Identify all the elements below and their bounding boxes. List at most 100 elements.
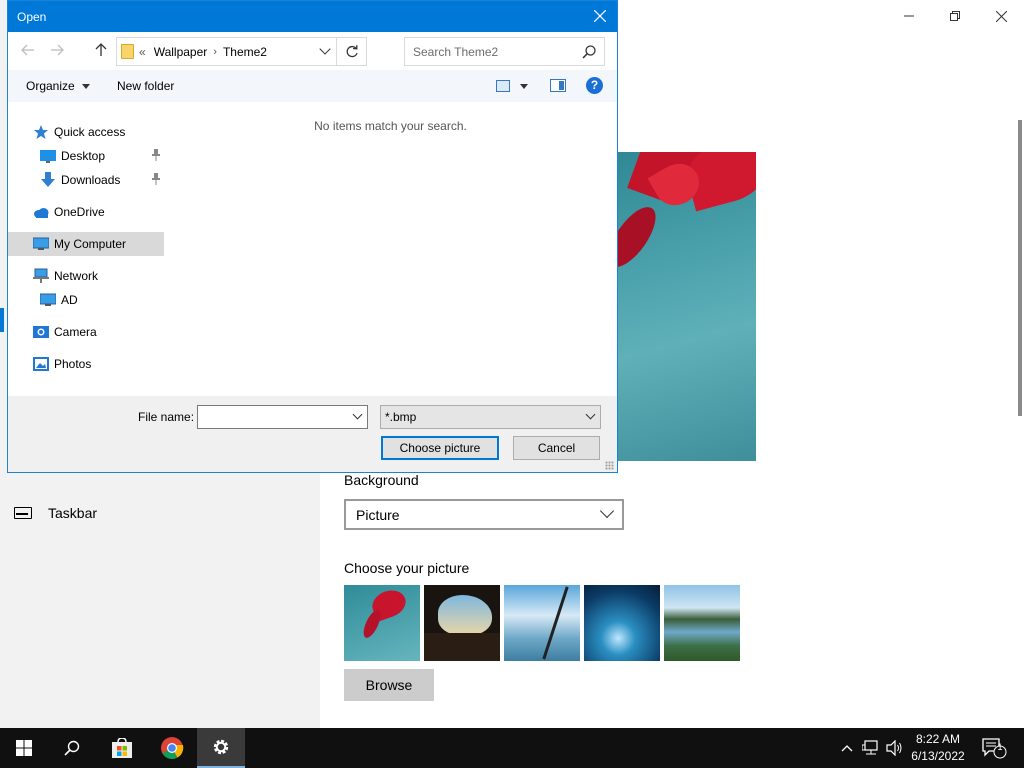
open-file-dialog: Open « Wallpaper › Theme2 Search Theme2 bbox=[7, 0, 618, 473]
caret-down-icon bbox=[81, 83, 90, 89]
computer-icon bbox=[39, 292, 57, 308]
background-dropdown[interactable]: Picture bbox=[344, 499, 624, 530]
gear-icon bbox=[213, 739, 229, 755]
notification-count-badge: 1 bbox=[997, 742, 1003, 752]
arrow-left-icon bbox=[21, 44, 34, 56]
nav-item-camera[interactable]: Camera bbox=[8, 320, 164, 344]
browse-button[interactable]: Browse bbox=[344, 669, 434, 701]
settings-nav-item-taskbar[interactable]: Taskbar bbox=[14, 502, 97, 524]
picture-thumbnail-underwater[interactable] bbox=[584, 585, 660, 661]
organize-menu-button[interactable]: Organize bbox=[26, 79, 90, 93]
nav-item-quick-access[interactable]: Quick access bbox=[8, 120, 164, 144]
clock-date: 6/13/2022 bbox=[911, 749, 965, 763]
nav-item-onedrive[interactable]: OneDrive bbox=[8, 200, 164, 224]
cloud-icon bbox=[33, 204, 49, 220]
nav-item-label: AD bbox=[61, 293, 78, 307]
chevron-down-icon bbox=[599, 503, 615, 519]
organize-label: Organize bbox=[26, 79, 75, 93]
windows-logo-icon bbox=[16, 740, 32, 756]
nav-item-desktop[interactable]: Desktop bbox=[8, 144, 164, 168]
breadcrumb-separator-icon[interactable]: › bbox=[213, 46, 217, 58]
settings-app-button[interactable] bbox=[197, 728, 245, 768]
chrome-app-button[interactable] bbox=[148, 728, 196, 768]
start-button[interactable] bbox=[0, 728, 48, 768]
show-hidden-icons-button[interactable] bbox=[838, 728, 856, 768]
dialog-body: Quick access Desktop Downloads OneDrive … bbox=[8, 102, 617, 396]
nav-item-downloads[interactable]: Downloads bbox=[8, 168, 164, 192]
navigation-pane: Quick access Desktop Downloads OneDrive … bbox=[8, 102, 164, 396]
more-options-caret-icon[interactable] bbox=[520, 84, 528, 89]
star-icon bbox=[33, 124, 49, 140]
background-label: Background bbox=[344, 472, 419, 488]
help-icon[interactable]: ? bbox=[586, 77, 603, 94]
resize-grip-icon[interactable] bbox=[605, 461, 614, 470]
chevron-down-icon[interactable] bbox=[352, 409, 363, 420]
taskbar-icon bbox=[14, 507, 32, 519]
empty-results-message: No items match your search. bbox=[314, 119, 467, 133]
picture-thumbnail-cave[interactable] bbox=[424, 585, 500, 661]
nav-item-label: Network bbox=[54, 269, 99, 283]
picture-thumbnail-lake[interactable] bbox=[664, 585, 740, 661]
up-button[interactable] bbox=[93, 43, 109, 59]
choose-picture-label: Choose your picture bbox=[344, 560, 470, 576]
preview-pane-icon[interactable] bbox=[550, 79, 566, 92]
nav-item-photos[interactable]: Photos bbox=[8, 352, 164, 376]
choose-picture-button[interactable]: Choose picture bbox=[381, 436, 499, 460]
pin-icon[interactable] bbox=[151, 149, 161, 161]
volume-tray-button[interactable] bbox=[884, 728, 906, 768]
taskbar-clock[interactable]: 8:22 AM 6/13/2022 bbox=[906, 731, 970, 765]
dialog-close-button[interactable] bbox=[591, 7, 609, 25]
file-type-dropdown[interactable]: *.bmp bbox=[380, 405, 601, 429]
change-view-icon[interactable] bbox=[496, 80, 510, 92]
file-type-value: *.bmp bbox=[385, 410, 417, 424]
cancel-button[interactable]: Cancel bbox=[513, 436, 600, 460]
dialog-title: Open bbox=[17, 9, 47, 24]
address-bar[interactable]: « Wallpaper › Theme2 bbox=[116, 37, 367, 66]
nav-item-label: Camera bbox=[54, 325, 97, 339]
close-icon bbox=[995, 10, 1007, 22]
back-button[interactable] bbox=[20, 43, 36, 59]
breadcrumb-item-theme2[interactable]: Theme2 bbox=[223, 45, 267, 59]
search-icon bbox=[582, 45, 596, 59]
nav-item-label: Photos bbox=[54, 357, 92, 371]
picture-thumbnail-sky[interactable] bbox=[504, 585, 580, 661]
forward-button[interactable] bbox=[49, 43, 65, 59]
action-center-button[interactable]: 1 bbox=[978, 728, 1010, 768]
store-app-button[interactable] bbox=[98, 728, 146, 768]
close-window-button[interactable] bbox=[978, 0, 1024, 32]
search-input[interactable]: Search Theme2 bbox=[404, 37, 605, 66]
chevron-down-icon[interactable] bbox=[319, 43, 331, 55]
new-folder-button[interactable]: New folder bbox=[117, 79, 174, 93]
nav-item-ad[interactable]: AD bbox=[8, 288, 164, 312]
dialog-titlebar[interactable]: Open bbox=[8, 1, 617, 32]
address-row: « Wallpaper › Theme2 Search Theme2 bbox=[8, 32, 617, 70]
minimize-button[interactable] bbox=[886, 0, 932, 32]
background-preview-image bbox=[617, 152, 756, 461]
nav-item-label: Desktop bbox=[61, 149, 106, 163]
breadcrumb-item-wallpaper[interactable]: Wallpaper bbox=[154, 45, 208, 59]
network-tray-button[interactable] bbox=[860, 728, 882, 768]
settings-scrollbar[interactable] bbox=[1018, 120, 1022, 416]
download-icon bbox=[40, 172, 56, 188]
pin-icon[interactable] bbox=[151, 173, 161, 185]
background-dropdown-value: Picture bbox=[356, 506, 400, 523]
breadcrumb-overflow[interactable]: « bbox=[139, 45, 146, 59]
nav-item-label: OneDrive bbox=[54, 205, 105, 219]
refresh-icon bbox=[346, 44, 358, 57]
restore-icon bbox=[950, 11, 960, 21]
nav-item-my-computer[interactable]: My Computer bbox=[8, 232, 164, 256]
picture-thumbnails bbox=[344, 585, 740, 661]
camera-icon bbox=[33, 324, 49, 340]
close-icon bbox=[593, 9, 607, 23]
file-name-input[interactable] bbox=[197, 405, 368, 429]
computer-icon bbox=[32, 236, 50, 252]
chevron-up-icon bbox=[841, 745, 853, 752]
arrow-right-icon bbox=[51, 44, 64, 56]
nav-item-network[interactable]: Network bbox=[8, 264, 164, 288]
taskbar-search-button[interactable] bbox=[48, 728, 96, 768]
refresh-button[interactable] bbox=[336, 38, 366, 65]
restore-button[interactable] bbox=[932, 0, 978, 32]
chevron-down-icon bbox=[585, 409, 596, 420]
photos-icon bbox=[33, 356, 49, 372]
picture-thumbnail-flower[interactable] bbox=[344, 585, 420, 661]
